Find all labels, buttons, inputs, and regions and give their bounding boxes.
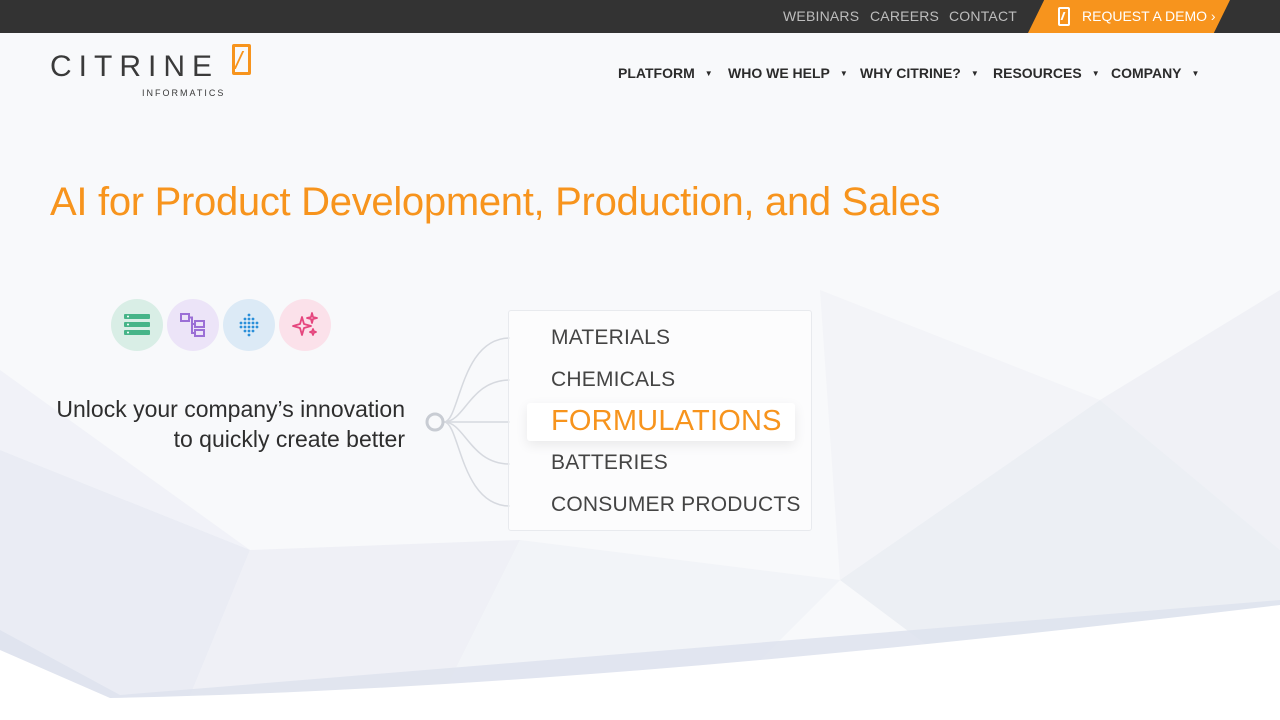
category-materials[interactable]: MATERIALS [551,326,670,350]
hero-tagline: Unlock your company’s innovation to quic… [40,394,405,454]
connector-node [425,412,445,432]
request-demo-button[interactable]: REQUEST A DEMO › [1028,0,1230,33]
dots-grid-icon [223,299,275,351]
nav-platform-label: PLATFORM [618,65,695,81]
nav-resources-label: RESOURCES [993,65,1082,81]
utility-bar: WEBINARS CAREERS CONTACT REQUEST A DEMO … [0,0,1280,33]
tagline-line-1: Unlock your company’s innovation [56,396,405,422]
bottom-wave [0,600,1280,720]
citrine-mark-icon [1058,7,1070,26]
connector-lines [425,337,511,507]
citrine-logo[interactable]: CITRINE INFORMATICS [50,44,251,100]
citrine-mark-icon [232,44,251,75]
logo-subtitle: INFORMATICS [142,88,226,98]
nav-who-we-help[interactable]: WHO WE HELP ▼ [728,62,848,84]
database-icon [111,299,163,351]
active-category-label: FORMULATIONS [551,405,782,437]
caret-down-icon: ▼ [1191,69,1200,78]
nav-company[interactable]: COMPANY ▼ [1111,62,1199,84]
nav-platform[interactable]: PLATFORM ▼ [618,62,713,84]
request-demo-label: REQUEST A DEMO › [1082,8,1216,24]
tagline-line-2: to quickly create better [173,426,405,452]
careers-link[interactable]: CAREERS [870,0,939,33]
category-consumer-products[interactable]: CONSUMER PRODUCTS [551,493,801,517]
sparkles-icon [279,299,331,351]
logo-wordmark: CITRINE [50,50,219,83]
caret-down-icon: ▼ [970,69,979,78]
nav-why-citrine-label: WHY CITRINE? [860,65,961,81]
nav-resources[interactable]: RESOURCES ▼ [993,62,1100,84]
category-formulations-active[interactable]: FORMULATIONS [527,403,795,441]
webinars-link[interactable]: WEBINARS [783,0,859,33]
hero-title: AI for Product Development, Production, … [50,180,941,224]
contact-link[interactable]: CONTACT [949,0,1017,33]
caret-down-icon: ▼ [704,69,713,78]
category-batteries[interactable]: BATTERIES [551,451,668,475]
caret-down-icon: ▼ [1091,69,1100,78]
caret-down-icon: ▼ [839,69,848,78]
nav-why-citrine[interactable]: WHY CITRINE? ▼ [860,62,979,84]
category-chemicals[interactable]: CHEMICALS [551,368,675,392]
nav-company-label: COMPANY [1111,65,1182,81]
workflow-icon [167,299,219,351]
category-list: MATERIALS CHEMICALS FORMULATIONS BATTERI… [508,310,812,531]
nav-who-we-help-label: WHO WE HELP [728,65,830,81]
